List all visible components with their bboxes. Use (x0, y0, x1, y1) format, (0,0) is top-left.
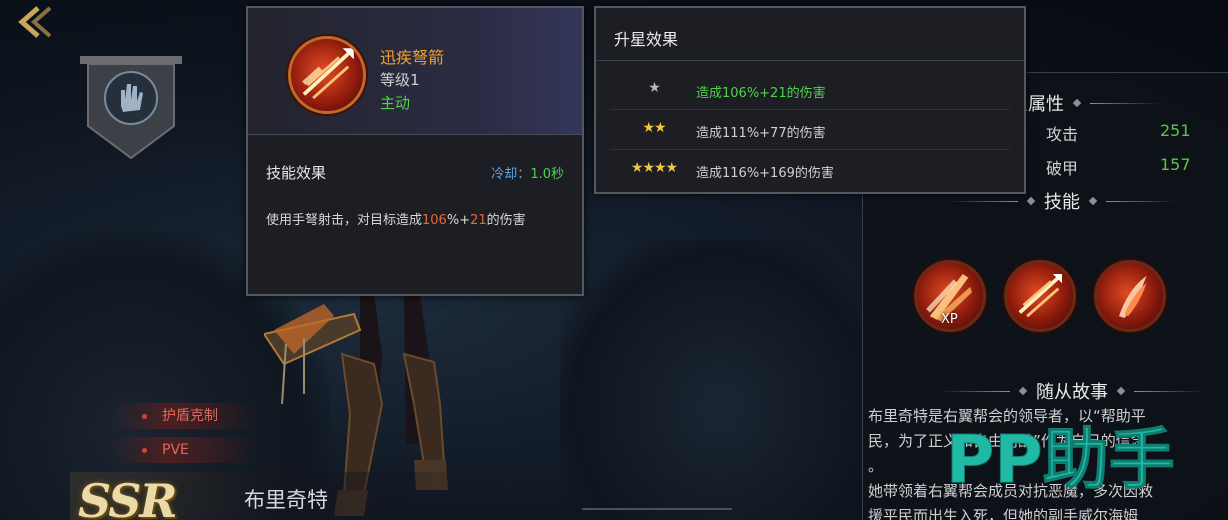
bottom-divider (582, 508, 732, 520)
pp-assistant-watermark-logo: PP助手 (946, 420, 1196, 499)
skill-slot-flame-dagger[interactable] (1094, 260, 1166, 332)
star-upgrade-tooltip: 升星效果 ★ 造成106%+21的伤害 ★★ 造成111%+77的伤害 ★★★★… (594, 6, 1026, 194)
cooldown-label: 冷却： (491, 167, 531, 182)
header-rule (948, 200, 1018, 202)
skill-description: 使用手弩射击，对目标造成106%+21的伤害 (266, 209, 526, 228)
star-row-3: ★★★★ 造成116%+169的伤害 (596, 150, 1024, 190)
desc-suffix: 的伤害 (486, 213, 526, 228)
desc-mid: %+ (446, 213, 471, 228)
skill-slot-xp[interactable]: XP (914, 260, 986, 332)
star-panel-divider (596, 60, 1024, 61)
section-title-text: 技能 (1044, 192, 1080, 213)
rarity-badge: SSR (78, 474, 178, 520)
section-title-text: 随从故事 (1036, 382, 1108, 403)
diamond-ornament-icon (1116, 386, 1126, 396)
skill-cooldown: 冷却：1.0秒 (491, 163, 564, 182)
back-button[interactable] (14, 2, 58, 42)
header-rule (940, 390, 1010, 392)
star-attributes-header: 星属性 (1010, 90, 1160, 116)
star-panel-title: 升星效果 (614, 30, 679, 49)
header-rule (1090, 102, 1160, 104)
star-rating-icon: ★★★★ (630, 160, 678, 176)
guild-banner-emblem (78, 54, 184, 164)
flame-blade-icon (1119, 275, 1147, 318)
header-rule (1106, 200, 1176, 202)
tag-label: PVE (162, 442, 189, 458)
attribute-value-attack: 251 (1160, 121, 1191, 140)
skill-slot-swift-bolt[interactable] (1004, 260, 1076, 332)
star-rating-icon: ★★ (642, 120, 666, 136)
crossbow-bolt-icon (1018, 274, 1062, 318)
desc-prefix: 使用手弩射击，对目标造成 (266, 213, 423, 228)
header-rule (1134, 390, 1204, 392)
attribute-value-armor-break: 157 (1160, 155, 1191, 174)
tag-label: 护盾克制 (162, 408, 218, 424)
tag-bullet-icon (142, 414, 147, 419)
star-row-text: 造成116%+169的伤害 (696, 166, 834, 181)
xp-label: XP (941, 312, 958, 327)
skill-detail-tooltip: 迅疾弩箭 等级1 主动 技能效果 冷却：1.0秒 使用手弩射击，对目标造成106… (246, 6, 584, 296)
skill-name: 迅疾弩箭 (380, 48, 445, 67)
skill-type: 主动 (380, 94, 411, 112)
diamond-ornament-icon (1088, 196, 1098, 206)
star-row-text: 造成111%+77的伤害 (696, 126, 826, 141)
skill-level: 等级1 (380, 71, 420, 89)
attribute-label-armor-break: 破甲 (1046, 159, 1079, 178)
attribute-label-attack: 攻击 (1046, 125, 1079, 144)
svg-text:PP助手: PP助手 (946, 421, 1175, 492)
background-rocks-right (560, 240, 880, 520)
skill-effect-title: 技能效果 (266, 164, 327, 182)
diamond-ornament-icon (1072, 98, 1082, 108)
desc-percent: 106 (422, 213, 447, 228)
cooldown-value: 1.0秒 (530, 167, 564, 182)
diamond-ornament-icon (1026, 196, 1036, 206)
story-header: 随从故事 (940, 378, 1204, 404)
story-line: 援平民而出生入死，但她的副手威尔海姆 (868, 507, 1139, 520)
hero-tag-shield-counter: 护盾克制 (110, 403, 260, 429)
tooltip-divider (248, 134, 582, 135)
hero-tag-pve: PVE (110, 437, 260, 463)
back-arrow-icon (18, 6, 52, 38)
star-row-1: ★ 造成106%+21的伤害 (596, 70, 1024, 110)
star-rating-icon: ★ (648, 80, 661, 96)
star-row-text: 造成106%+21的伤害 (696, 86, 826, 101)
star-row-2: ★★ 造成111%+77的伤害 (596, 110, 1024, 150)
tag-bullet-icon (142, 448, 147, 453)
hero-name: 布里奇特 (244, 488, 328, 512)
desc-flat: 21 (470, 213, 487, 228)
diamond-ornament-icon (1018, 386, 1028, 396)
swift-bolt-skill-icon (288, 36, 366, 114)
